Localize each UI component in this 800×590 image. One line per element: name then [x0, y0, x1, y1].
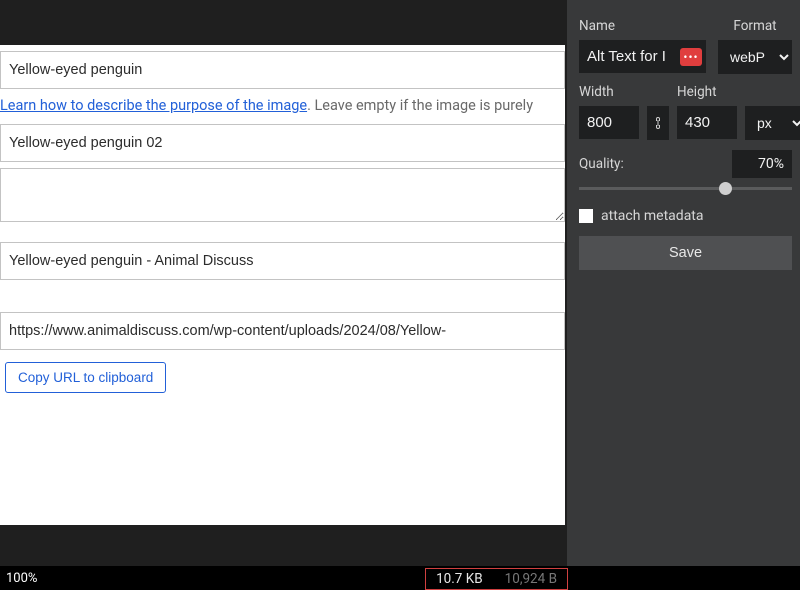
media-details-panel: Learn how to describe the purpose of the… [0, 45, 565, 525]
attach-metadata-label: attach metadata [601, 208, 704, 224]
name-overflow-indicator[interactable]: ••• [680, 48, 702, 66]
file-size-indicator: 10.7 KB 10,924 B [425, 568, 568, 590]
width-label: Width [579, 84, 639, 100]
title-input[interactable] [0, 124, 565, 162]
attach-metadata-checkbox[interactable] [579, 209, 593, 223]
zoom-level: 100% [0, 568, 43, 589]
alt-text-input[interactable] [0, 51, 565, 89]
width-input[interactable] [579, 106, 639, 139]
alt-text-help: Learn how to describe the purpose of the… [0, 89, 565, 124]
alt-text-help-link[interactable]: Learn how to describe the purpose of the… [0, 97, 307, 114]
status-bar: 100% 10.7 KB 10,924 B [0, 566, 800, 590]
quality-slider[interactable] [579, 187, 792, 190]
height-label: Height [677, 84, 737, 100]
description-input[interactable] [0, 242, 565, 280]
save-button[interactable]: Save [579, 236, 792, 270]
attach-metadata-row[interactable]: attach metadata [579, 208, 792, 224]
file-url-input[interactable] [0, 312, 565, 350]
export-panel: Name ••• Format webP Width Height [567, 0, 800, 570]
quality-label: Quality: [579, 156, 624, 172]
file-size-kb: 10.7 KB [436, 571, 483, 587]
format-label: Format [718, 18, 792, 34]
unit-select[interactable]: px [745, 106, 800, 140]
quality-value: 70% [732, 150, 792, 178]
format-select[interactable]: webP [718, 40, 792, 74]
file-size-bytes: 10,924 B [505, 571, 557, 587]
name-label: Name [579, 18, 706, 34]
aspect-lock-icon[interactable] [647, 106, 669, 140]
caption-input[interactable] [0, 168, 565, 222]
copy-url-button[interactable]: Copy URL to clipboard [5, 362, 166, 393]
height-input[interactable] [677, 106, 737, 139]
alt-text-help-trailing: . Leave empty if the image is purely [307, 97, 533, 114]
